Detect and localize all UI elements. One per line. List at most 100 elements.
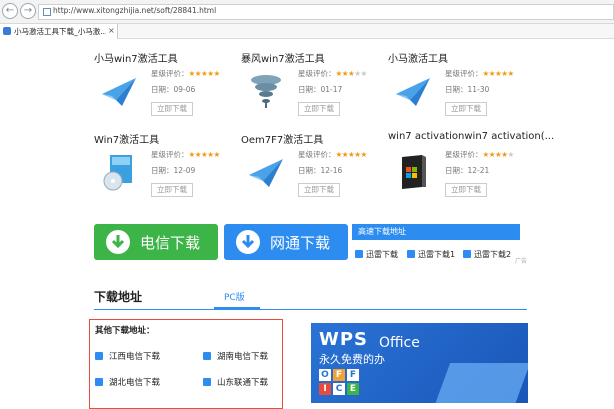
star-rating: ★★★★★ — [482, 150, 515, 159]
software-title-link[interactable]: 暴风win7激活工具 — [241, 50, 325, 65]
download-icon — [95, 352, 103, 360]
browser-tab[interactable]: 小马激活工具下载_小马激... × — [0, 24, 118, 39]
download-now-button[interactable]: 立即下载 — [298, 102, 340, 116]
star-rating: ★★★★★ — [335, 69, 368, 78]
download-arrow-icon — [106, 230, 130, 254]
link-label: 山东联通下载 — [217, 378, 269, 388]
active-tab-indicator — [214, 307, 260, 310]
rating-row: 星级评价：★★★★★ — [298, 149, 367, 160]
download-icon — [407, 250, 415, 258]
star-rating: ★★★★★ — [335, 150, 368, 159]
software-title-link[interactable]: Oem7F7激活工具 — [241, 131, 323, 146]
tab-pc[interactable]: PC版 — [224, 290, 245, 303]
date-label: 日期： — [298, 166, 321, 175]
jiangxi-telecom-link[interactable]: 江西电信下载 — [95, 350, 160, 362]
paper-plane-icon[interactable] — [100, 72, 138, 110]
thunder-download-2-link[interactable]: 迅雷下载2 — [463, 249, 511, 260]
download-icon — [355, 250, 363, 258]
rating-row: 星级评价：★★★★★ — [445, 149, 514, 160]
windows-box-icon[interactable] — [394, 153, 432, 191]
download-icon — [463, 250, 471, 258]
back-icon[interactable]: ← — [2, 3, 18, 19]
date-value: 01-17 — [320, 85, 343, 94]
download-now-button[interactable]: 立即下载 — [151, 183, 193, 197]
download-icon — [95, 378, 103, 386]
rating-label: 星级评价： — [298, 150, 336, 159]
divider — [94, 309, 527, 310]
software-title-link[interactable]: win7 activationwin7 activation(... — [388, 131, 554, 142]
rating-row: 星级评价：★★★★★ — [445, 68, 514, 79]
hunan-telecom-link[interactable]: 湖南电信下载 — [203, 350, 268, 362]
download-arrow-icon — [236, 230, 260, 254]
download-icon — [203, 352, 211, 360]
software-card: win7 activationwin7 activation(... 星级评价：★… — [388, 131, 554, 207]
date-value: 11-30 — [467, 85, 490, 94]
ad-product: Office — [379, 335, 420, 351]
date-row: 日期：01-17 — [298, 84, 342, 95]
tab-bar: 小马激活工具下载_小马激... × — [0, 24, 614, 39]
other-download-title: 其他下载地址： — [95, 326, 155, 336]
date-label: 日期： — [151, 166, 174, 175]
link-label: 迅雷下载 — [366, 250, 398, 259]
other-download-box: 其他下载地址： 江西电信下载 湖南电信下载 湖北电信下载 山东联通下载 — [89, 319, 283, 409]
shandong-unicom-link[interactable]: 山东联通下载 — [203, 376, 268, 388]
telecom-download-button[interactable]: 电信下载 — [94, 224, 218, 260]
link-label: 湖南电信下载 — [217, 352, 269, 362]
address-bar[interactable]: http://www.xitongzhijia.net/soft/28841.h… — [38, 4, 614, 20]
disc-box-icon[interactable] — [100, 153, 138, 191]
download-address-title: 下载地址 — [94, 290, 143, 304]
date-row: 日期：12-16 — [298, 165, 342, 176]
date-value: 09-06 — [173, 85, 196, 94]
date-label: 日期： — [298, 85, 321, 94]
rating-label: 星级评价： — [445, 69, 483, 78]
rating-row: 星级评价：★★★★★ — [298, 68, 367, 79]
link-label: 湖北电信下载 — [109, 378, 161, 388]
star-rating: ★★★★★ — [188, 69, 221, 78]
paper-plane-icon[interactable] — [247, 153, 285, 191]
download-now-button[interactable]: 立即下载 — [298, 183, 340, 197]
software-title-link[interactable]: 小马激活工具 — [388, 50, 448, 65]
link-label: 江西电信下载 — [109, 352, 161, 362]
tab-title: 小马激活工具下载_小马激... — [14, 27, 106, 36]
high-speed-download-header: 高速下载地址 — [352, 224, 520, 240]
page-icon — [43, 8, 51, 16]
link-label: 迅雷下载1 — [418, 250, 456, 259]
download-now-button[interactable]: 立即下载 — [445, 183, 487, 197]
paper-plane-icon[interactable] — [394, 72, 432, 110]
rating-row: 星级评价：★★★★★ — [151, 68, 220, 79]
url-text: http://www.xitongzhijia.net/soft/28841.h… — [53, 6, 217, 15]
rating-label: 星级评价： — [151, 150, 189, 159]
software-title-link[interactable]: 小马win7激活工具 — [94, 50, 178, 65]
wps-office-ad[interactable]: WPS Office 永久免费的办 O F F I C E — [311, 323, 528, 403]
date-label: 日期： — [445, 85, 468, 94]
close-tab-icon[interactable]: × — [108, 26, 115, 35]
date-row: 日期：12-21 — [445, 165, 489, 176]
software-title-link[interactable]: Win7激活工具 — [94, 131, 159, 146]
download-now-button[interactable]: 立即下载 — [445, 102, 487, 116]
ad-label: 广告 — [515, 258, 528, 265]
date-value: 12-09 — [173, 166, 196, 175]
ad-slogan: 永久免费的办 — [319, 353, 385, 366]
download-now-button[interactable]: 立即下载 — [151, 102, 193, 116]
telecom-download-label: 电信下载 — [140, 234, 201, 252]
software-card: Win7激活工具 星级评价：★★★★★ 日期：12-09 立即下载 — [94, 131, 244, 207]
date-value: 12-16 — [320, 166, 343, 175]
tornado-icon[interactable] — [247, 72, 285, 110]
rating-label: 星级评价： — [445, 150, 483, 159]
netcom-download-button[interactable]: 网通下载 — [224, 224, 348, 260]
favicon-icon — [3, 27, 11, 35]
ad-graphic — [431, 363, 528, 403]
thunder-download-1-link[interactable]: 迅雷下载1 — [407, 249, 455, 260]
rating-label: 星级评价： — [298, 69, 336, 78]
rating-label: 星级评价： — [151, 69, 189, 78]
browser-toolbar: ← → http://www.xitongzhijia.net/soft/288… — [0, 0, 614, 24]
hubei-telecom-link[interactable]: 湖北电信下载 — [95, 376, 160, 388]
forward-icon[interactable]: → — [20, 3, 36, 19]
date-value: 12-21 — [467, 166, 490, 175]
wps-logo: WPS — [319, 329, 369, 350]
date-row: 日期：12-09 — [151, 165, 195, 176]
software-card: 小马激活工具星级评价：★★★★★ 日期：11-30 立即下载 — [388, 50, 538, 126]
date-row: 日期：11-30 — [445, 84, 489, 95]
download-icon — [203, 378, 211, 386]
thunder-download-link[interactable]: 迅雷下载 — [355, 249, 398, 260]
